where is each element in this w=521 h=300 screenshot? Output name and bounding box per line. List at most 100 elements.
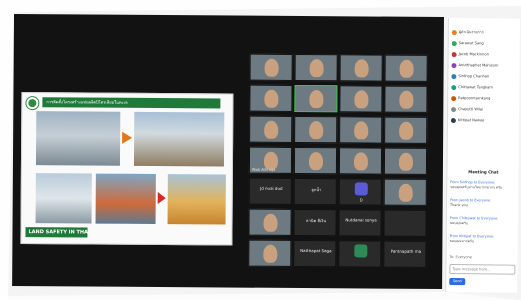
participant-video <box>263 213 278 232</box>
arrow-right-icon <box>157 192 166 205</box>
participant-tile[interactable] <box>339 85 383 113</box>
participant-tile[interactable] <box>249 115 293 143</box>
avatar <box>451 29 457 35</box>
participant-video <box>399 90 414 109</box>
participant-tile[interactable] <box>293 146 338 175</box>
participant-name: Sinthop Chanhan <box>458 74 490 79</box>
participant-tile[interactable]: Jd nuai dud <box>248 177 292 205</box>
slide-photo-module-2 <box>95 173 156 224</box>
participant-tile[interactable] <box>248 208 292 236</box>
participant-video <box>353 152 369 171</box>
participant-tile[interactable] <box>339 54 383 82</box>
arrow-right-icon <box>122 131 133 144</box>
participant-list-item[interactable]: Sarawut Sang <box>451 39 518 49</box>
participant-list-item[interactable]: Jacob Mackinnon <box>451 50 518 60</box>
send-button[interactable]: Send <box>449 278 466 286</box>
participant-tile[interactable]: D <box>338 178 382 206</box>
avatar <box>451 95 457 101</box>
slide-photo-module-3 <box>167 174 226 225</box>
participant-name: Natthapat Saga <box>300 248 332 254</box>
participant-video <box>398 183 413 202</box>
participant-tile[interactable] <box>338 147 383 175</box>
participant-tile[interactable] <box>384 54 428 82</box>
participant-name: ธานิต สีเงิน <box>306 218 326 224</box>
participant-video <box>264 58 279 77</box>
participant-tile[interactable]: Nutdanai sonya <box>338 209 382 237</box>
participant-tile[interactable] <box>383 147 428 175</box>
participant-tile[interactable] <box>338 240 382 268</box>
participant-list-item[interactable]: Ratpoomtarnkang <box>451 94 517 104</box>
chat-message: From Chittawat to Everyone: ขอบคุณครับ <box>450 216 516 227</box>
participant-name: Sarawut Sang <box>458 41 484 46</box>
participant-tile[interactable] <box>294 115 338 144</box>
chat-input[interactable]: Type message here... <box>449 264 516 275</box>
chat-text: ขอบคุณครับท่านวิทยากรมากๆ ครับ <box>450 185 503 190</box>
avatar <box>354 244 368 258</box>
participant-name: Nutdanai sonya <box>345 217 377 223</box>
chat-text: Thank you <box>450 203 468 208</box>
participant-list: ผู้ดำเนินรายการ Sarawut Sang Jacob Mackinn… <box>449 18 520 123</box>
photo-frame: การติดตั้งโครงสร้างแท่นผลิตปิโตรเลียมในท… <box>0 0 521 300</box>
meeting-screen: การติดตั้งโครงสร้างแท่นผลิตปิโตรเลียมในท… <box>12 14 444 289</box>
participant-name: Jacob Mackinnon <box>458 52 489 57</box>
chat-panel: ผู้ดำเนินรายการ Sarawut Sang Jacob Mackinn… <box>445 18 520 293</box>
avatar <box>451 62 457 68</box>
participant-video <box>309 59 324 78</box>
participant-video <box>354 90 369 109</box>
participant-video <box>309 90 324 109</box>
avatar <box>451 73 457 79</box>
participant-video <box>398 152 414 171</box>
chat-message: From Jacob to Everyone: Thank you <box>450 198 516 209</box>
participant-name: D <box>359 197 363 203</box>
shared-slide: การติดตั้งโครงสร้างแท่นผลิตปิโตรเลียมในท… <box>20 92 234 246</box>
participant-tile[interactable] <box>248 239 292 267</box>
participant-tile[interactable]: Natthapat Saga <box>293 239 337 268</box>
participant-tile[interactable] <box>383 209 427 237</box>
participant-list-item[interactable]: ผู้ดำเนินรายการ <box>451 28 518 38</box>
participant-tile[interactable] <box>339 116 383 144</box>
participant-name: ลูกน้ำ <box>311 187 322 193</box>
participant-video <box>263 244 278 263</box>
participant-name: Chayutti Wilai <box>458 107 484 112</box>
participant-tile[interactable] <box>384 116 428 144</box>
participant-tile[interactable] <box>383 178 427 206</box>
slide-footer: LAND SAFETY IN THAI <box>25 227 88 238</box>
participant-video <box>354 121 369 140</box>
participant-video <box>354 59 369 78</box>
participant-video <box>399 121 414 140</box>
chat-recipient-label[interactable]: To: Everyone <box>449 255 471 259</box>
chat-text: ขอบคุณครับ <box>449 221 469 226</box>
participant-tile[interactable] <box>249 84 293 112</box>
participant-tile[interactable]: ธานิต สีเงิน <box>293 208 337 237</box>
participant-tile[interactable] <box>249 53 293 81</box>
participant-video <box>399 59 414 78</box>
avatar <box>451 84 457 90</box>
participant-list-item[interactable]: Sinthop Chanhan <box>451 72 517 82</box>
participant-name: Ratpoomtarnkang <box>458 96 491 101</box>
participant-label: Wadi Athi aga <box>251 167 276 172</box>
participant-video <box>264 89 279 108</box>
participant-tile[interactable]: Pantnapath ma <box>383 240 427 268</box>
avatar <box>451 106 457 112</box>
participant-tile[interactable]: Wadi Athi aga <box>248 146 293 174</box>
participant-list-item[interactable]: Anutthaphat Mahisorn <box>451 61 517 71</box>
participant-tile[interactable] <box>294 84 338 113</box>
slide-photo-module-1 <box>35 173 92 224</box>
company-logo-icon <box>26 97 39 110</box>
participant-video <box>264 120 279 139</box>
slide-photo-platform-1 <box>35 111 121 166</box>
participant-tile[interactable] <box>384 85 428 113</box>
participant-list-item[interactable]: Chittawat Tangkam <box>451 83 517 93</box>
avatar <box>451 51 457 57</box>
participant-name: Pantnapath ma <box>390 248 422 254</box>
participant-list-item[interactable]: Chayutti Wilai <box>451 105 517 115</box>
participant-name: Anutthaphat Mahisorn <box>458 63 499 68</box>
participant-tile[interactable] <box>294 53 338 82</box>
chat-text: ขอบคุณมากครับ <box>449 239 475 244</box>
avatar <box>451 40 457 46</box>
participant-video <box>309 121 324 140</box>
participant-list-item[interactable]: Kittipat Nawee <box>450 116 517 126</box>
participant-name: Jd nuai dud <box>260 185 283 191</box>
chat-message: From Sinthop to Everyone: ขอบคุณครับท่านว… <box>450 180 516 191</box>
participant-tile[interactable]: ลูกน้ำ <box>293 177 337 206</box>
